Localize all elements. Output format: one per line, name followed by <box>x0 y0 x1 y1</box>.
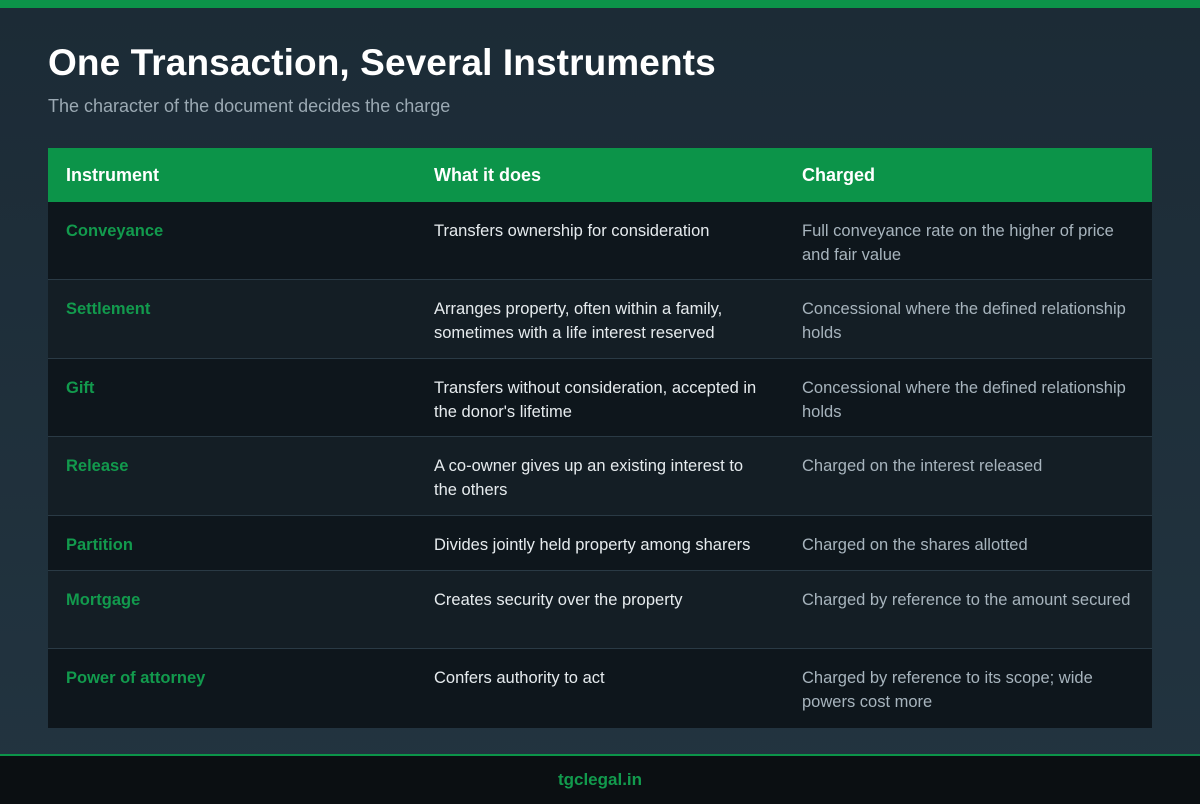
table-row: Release A co-owner gives up an existing … <box>48 437 1152 516</box>
table-row: Gift Transfers without consideration, ac… <box>48 359 1152 437</box>
description-cell: Creates security over the property <box>434 591 683 609</box>
charge-cell: Charged on the interest released <box>802 457 1043 475</box>
description-cell: Transfers ownership for consideration <box>434 222 710 240</box>
charge-cell: Concessional where the defined relations… <box>802 300 1126 342</box>
charge-cell: Concessional where the defined relations… <box>802 379 1126 421</box>
instrument-cell: Power of attorney <box>66 669 206 687</box>
page-header: One Transaction, Several Instruments The… <box>48 40 1152 118</box>
instrument-cell: Settlement <box>66 300 151 318</box>
table-row: Partition Divides jointly held property … <box>48 516 1152 571</box>
instrument-cell: Partition <box>66 536 133 554</box>
table-row: Settlement Arranges property, often with… <box>48 280 1152 359</box>
description-cell: Confers authority to act <box>434 669 605 687</box>
table-header-row: Instrument What it does Charged <box>48 148 1152 202</box>
charge-cell: Charged by reference to the amount secur… <box>802 591 1131 609</box>
table-row: Mortgage Creates security over the prope… <box>48 571 1152 649</box>
footer: tgclegal.in <box>0 754 1200 804</box>
column-header-instrument: Instrument <box>66 164 160 185</box>
column-header-charged: Charged <box>802 164 876 185</box>
charge-cell: Charged on the shares allotted <box>802 536 1028 554</box>
description-cell: A co-owner gives up an existing interest… <box>434 457 744 499</box>
instrument-cell: Release <box>66 457 129 475</box>
description-cell: Arranges property, often within a family… <box>434 300 723 342</box>
site-link[interactable]: tgclegal.in <box>558 770 642 790</box>
column-header-what-it-does: What it does <box>434 164 541 185</box>
instrument-cell: Gift <box>66 379 95 397</box>
charge-cell: Charged by reference to its scope; wide … <box>802 669 1093 711</box>
top-accent-bar <box>0 0 1200 8</box>
description-cell: Divides jointly held property among shar… <box>434 536 751 554</box>
table-row: Power of attorney Confers authority to a… <box>48 649 1152 728</box>
page-title: One Transaction, Several Instruments <box>48 42 716 83</box>
charge-cell: Full conveyance rate on the higher of pr… <box>802 222 1114 264</box>
description-cell: Transfers without consideration, accepte… <box>434 379 757 421</box>
instrument-cell: Conveyance <box>66 222 164 240</box>
page-subtitle: The character of the document decides th… <box>48 96 451 116</box>
table-row: Conveyance Transfers ownership for consi… <box>48 202 1152 280</box>
instruments-table: Instrument What it does Charged Conveyan… <box>48 148 1152 728</box>
instrument-cell: Mortgage <box>66 591 141 609</box>
